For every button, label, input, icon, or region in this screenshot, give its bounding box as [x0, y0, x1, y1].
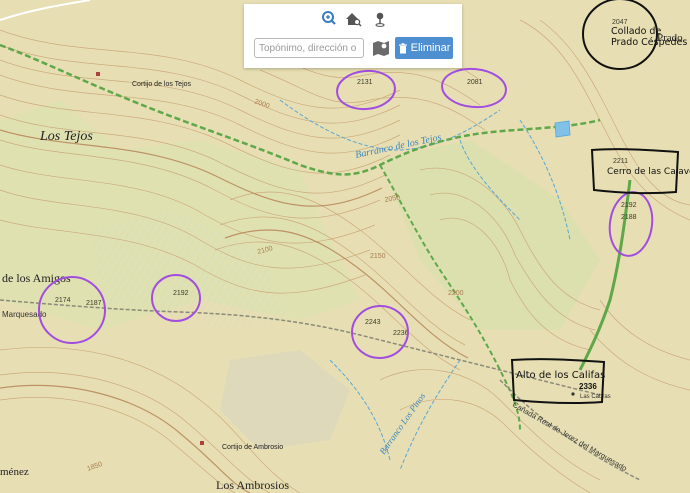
place-name: Los Ambrosios: [216, 478, 289, 492]
spot-height: 2243: [365, 319, 381, 326]
spot-height: 2192: [173, 290, 189, 297]
map-toolbar: Eliminar: [244, 4, 462, 68]
topographic-map[interactable]: Los Tejos Cortijo de los Tejos Cortijo d…: [0, 0, 690, 493]
delete-button-label: Eliminar: [410, 42, 451, 54]
spot-height: 2236: [393, 330, 409, 337]
contour-label: 2200: [448, 290, 464, 297]
delete-button[interactable]: Eliminar: [395, 37, 453, 59]
water-reservoir: [554, 120, 571, 138]
map-pick-icon[interactable]: [372, 39, 390, 57]
zoom-search-icon[interactable]: [320, 10, 340, 28]
building-marker: [96, 72, 100, 76]
place-name: ménez: [0, 466, 29, 478]
place-name: Las Cabras: [580, 394, 611, 400]
handwritten-label: Cerro de las Calaveras: [607, 167, 690, 177]
spot-height: 2211: [613, 158, 628, 165]
location-pin-icon[interactable]: [371, 10, 391, 28]
handwritten-label: Alto de los Califas: [516, 370, 605, 381]
spot-height: 2188: [621, 214, 637, 221]
contour-label: 2150: [370, 253, 386, 260]
spot-height: 2174: [55, 297, 71, 304]
handwritten-label-line: Collado de: [611, 26, 661, 37]
place-name: Cortijo de los Tejos: [132, 81, 192, 88]
spot-height: 2131: [357, 79, 373, 86]
building-marker: [200, 441, 204, 445]
search-input[interactable]: [254, 38, 364, 58]
spot-height: 2187: [86, 300, 102, 307]
spot-height: 2047: [612, 19, 628, 26]
place-name: Cortijo de Ambrosio: [222, 444, 283, 451]
trash-icon: [398, 42, 407, 53]
place-name: Los Tejos: [39, 129, 93, 144]
summit-marker: [571, 392, 575, 396]
spot-height: 2192: [621, 202, 637, 209]
spot-height: 2336: [579, 382, 597, 391]
handwritten-label-line: Prado Céspedes: [611, 37, 687, 48]
home-search-icon[interactable]: [344, 10, 364, 28]
spot-height: 2081: [467, 79, 483, 86]
